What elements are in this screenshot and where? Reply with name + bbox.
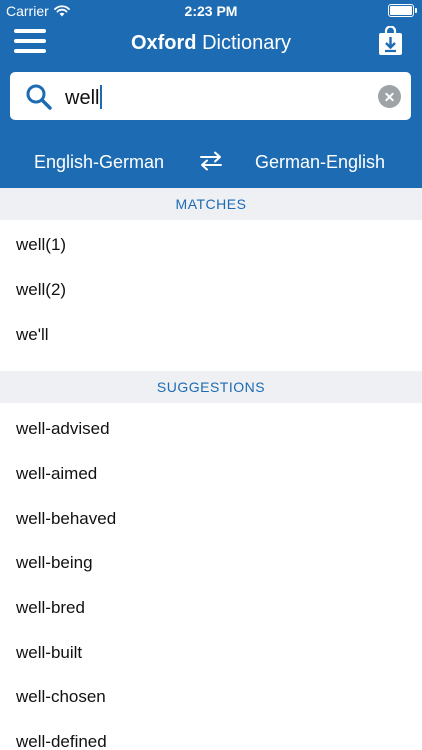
search-box[interactable]: well (10, 72, 411, 120)
suggestion-item[interactable]: well-built (16, 643, 82, 663)
suggestion-item[interactable]: well-defined (16, 732, 107, 750)
app-header: Carrier 2:23 PM Oxford Dictionary well E… (0, 0, 422, 188)
download-bag-icon[interactable] (378, 26, 403, 56)
text-caret (100, 85, 103, 109)
app-title-bold: Oxford (130, 32, 197, 54)
clear-icon[interactable] (378, 85, 401, 108)
match-item[interactable]: well(2) (16, 280, 66, 300)
language-english-german[interactable]: English-German (34, 152, 164, 173)
suggestions-header: SUGGESTIONS (0, 371, 422, 403)
matches-header: MATCHES (0, 188, 422, 220)
suggestion-item[interactable]: well-bred (16, 598, 85, 618)
app-title: Oxford Dictionary (0, 32, 422, 55)
search-value: well (65, 87, 100, 109)
search-input[interactable]: well (65, 85, 103, 110)
suggestion-item[interactable]: well-being (16, 553, 93, 573)
suggestion-item[interactable]: well-advised (16, 419, 110, 439)
status-bar: Carrier 2:23 PM (0, 0, 422, 22)
search-icon (26, 84, 52, 110)
battery-icon (388, 4, 417, 17)
suggestion-item[interactable]: well-behaved (16, 509, 116, 529)
status-time: 2:23 PM (184, 3, 238, 19)
suggestion-item[interactable]: well-chosen (16, 687, 106, 707)
match-item[interactable]: well(1) (16, 235, 66, 255)
swap-icon[interactable] (199, 151, 223, 171)
suggestion-item[interactable]: well-aimed (16, 464, 97, 484)
match-item[interactable]: we'll (16, 325, 49, 345)
app-title-rest: Dictionary (196, 32, 292, 54)
language-german-english[interactable]: German-English (255, 152, 385, 173)
